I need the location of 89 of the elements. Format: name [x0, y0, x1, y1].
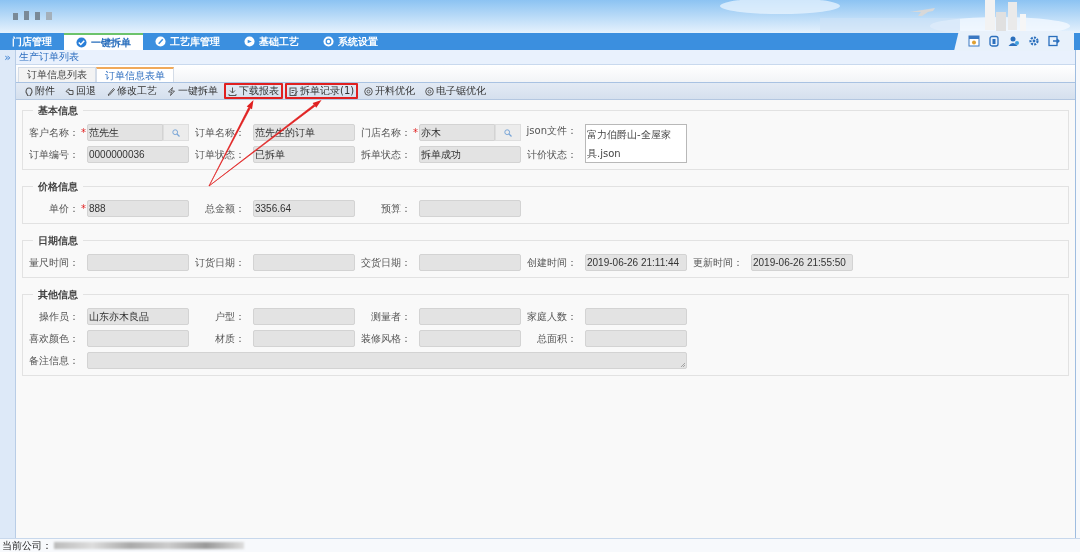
window-icon[interactable] [968, 35, 980, 47]
required-mark: * [413, 127, 419, 138]
lightning-icon [167, 86, 176, 96]
field-label: 拆单状态： [360, 147, 412, 162]
field-label: 备注信息： [28, 353, 80, 368]
file-list-box[interactable]: 富力伯爵山-全屋家具.json [585, 124, 687, 163]
input-field[interactable]: 2019-06-26 21:55:50 [751, 254, 853, 271]
breadcrumb-link[interactable]: 生产订单列表 [19, 50, 79, 64]
document-icon[interactable] [988, 35, 1000, 47]
input-field[interactable] [585, 330, 687, 347]
field-label: 测量者： [370, 309, 412, 324]
section-title: 价格信息 [33, 180, 83, 194]
back-arrow-icon [65, 86, 74, 96]
field-label: 计价状态： [526, 147, 578, 162]
pencil-circle-icon [155, 36, 166, 47]
input-field[interactable]: 亦木 [419, 124, 495, 141]
input-field[interactable]: 2019-06-26 21:11:44 [585, 254, 687, 271]
field-label: 材质： [214, 331, 246, 346]
field-label: 交货日期： [360, 255, 412, 270]
toolbar-button[interactable]: 电子锯优化 [421, 83, 491, 99]
input-field[interactable] [253, 330, 355, 347]
field-label: 总金额： [204, 201, 246, 216]
input-field[interactable]: 已拆单 [253, 146, 355, 163]
field-label: 总面积： [536, 331, 578, 346]
field-label: 操作员： [38, 309, 80, 324]
field-label: 量尺时间： [28, 255, 80, 270]
users-icon[interactable] [1008, 35, 1020, 47]
toolbar-button[interactable]: 拆单记录(1) [285, 83, 359, 99]
toolbar-button[interactable]: 回退 [61, 83, 100, 99]
toolbar-button[interactable]: 附件 [20, 83, 59, 99]
field-label: 订单状态： [194, 147, 246, 162]
edit-document-icon [289, 86, 298, 96]
input-field[interactable]: 3356.64 [253, 200, 355, 217]
exit-icon[interactable] [1048, 35, 1060, 47]
ring-circle-icon [323, 36, 334, 47]
field-label: 户型： [214, 309, 246, 324]
settings-icon[interactable] [1028, 35, 1040, 47]
section-title: 日期信息 [33, 234, 83, 248]
input-field[interactable] [87, 254, 189, 271]
status-label: 当前公司： [2, 538, 52, 552]
section-title: 基本信息 [33, 104, 83, 118]
input-field[interactable]: 888 [87, 200, 189, 217]
field-label: json文件： [525, 124, 578, 138]
search-button[interactable] [495, 124, 521, 141]
toolbar-button[interactable]: 一键拆单 [163, 83, 222, 99]
field-label: 门店名称： [360, 125, 412, 140]
toolbar-button[interactable]: 修改工艺 [102, 83, 161, 99]
input-field[interactable] [87, 330, 189, 347]
input-field[interactable] [419, 330, 521, 347]
input-field[interactable] [253, 254, 355, 271]
input-field[interactable] [253, 308, 355, 325]
required-mark: * [81, 203, 87, 214]
required-mark: * [81, 127, 87, 138]
field-label: 装修风格： [360, 331, 412, 346]
field-label: 喜欢颜色： [28, 331, 80, 346]
field-label: 创建时间： [526, 255, 578, 270]
text-area[interactable] [87, 352, 687, 369]
toolbar-button[interactable]: 下载报表 [224, 83, 283, 99]
field-label: 家庭人数： [526, 309, 578, 324]
input-field[interactable] [585, 308, 687, 325]
circle-icon [364, 86, 374, 96]
field-label: 更新时间： [692, 255, 744, 270]
play-circle-icon [244, 36, 255, 47]
input-field[interactable]: 山东亦木良品 [87, 308, 189, 325]
circle-icon [425, 86, 435, 96]
field-label: 客户名称： [28, 125, 80, 140]
field-label: 订货日期： [194, 255, 246, 270]
resize-grip-icon [680, 362, 685, 367]
input-field[interactable] [419, 200, 521, 217]
input-field[interactable]: 范先生 [87, 124, 163, 141]
search-button[interactable] [163, 124, 189, 141]
input-field[interactable] [419, 254, 521, 271]
check-circle-icon [76, 37, 87, 48]
field-label: 预算： [380, 201, 412, 216]
search-icon [172, 128, 180, 137]
tab[interactable]: 订单信息表单 [96, 67, 174, 82]
field-label: 订单编号： [28, 147, 80, 162]
field-label: 单价： [48, 201, 80, 216]
pencil-icon [106, 86, 115, 96]
input-field[interactable] [419, 308, 521, 325]
expand-toggle[interactable]: » [4, 51, 11, 64]
toolbar-button[interactable]: 开料优化 [360, 83, 420, 99]
input-field[interactable]: 拆单成功 [419, 146, 521, 163]
section-title: 其他信息 [33, 288, 83, 302]
tab[interactable]: 订单信息列表 [18, 67, 96, 82]
download-icon [228, 86, 237, 96]
input-field[interactable]: 0000000036 [87, 146, 189, 163]
nav-tab[interactable]: 一键拆单 [64, 33, 143, 50]
search-icon [504, 128, 512, 137]
